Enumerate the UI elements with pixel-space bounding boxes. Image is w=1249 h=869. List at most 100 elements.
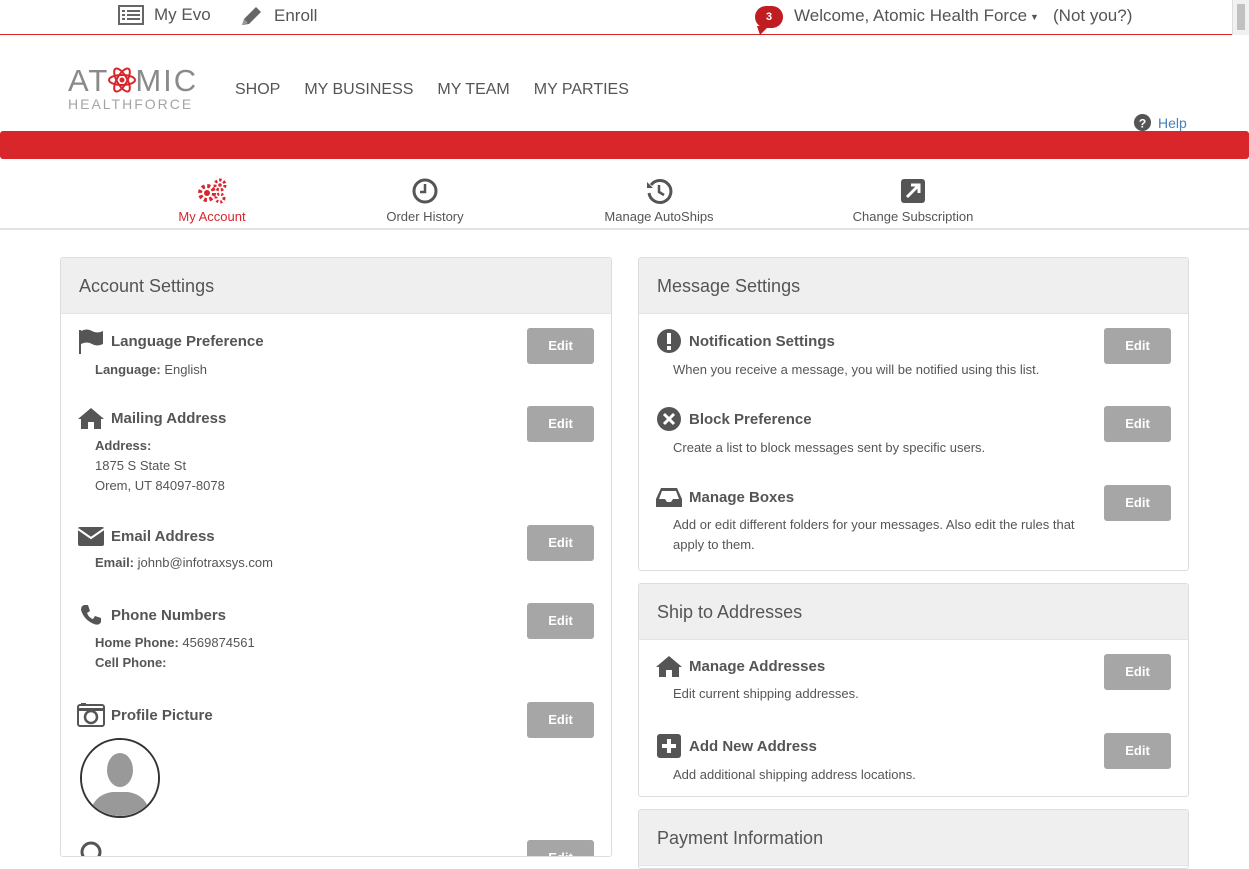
scrollbar[interactable] bbox=[1232, 0, 1249, 35]
email-address-row: Email Address Email: johnb@infotraxsys.c… bbox=[77, 525, 594, 573]
home-phone-label: Home Phone: bbox=[95, 635, 179, 650]
enroll-link[interactable]: Enroll bbox=[240, 5, 317, 27]
plus-square-icon bbox=[657, 734, 681, 758]
language-preference-row: Language Preference Language: English Ed… bbox=[77, 328, 594, 380]
help-link[interactable]: ? Help bbox=[1133, 113, 1187, 132]
clock-icon bbox=[412, 178, 438, 204]
partial-icon bbox=[80, 841, 102, 856]
next-setting-row: Edit bbox=[77, 840, 594, 856]
payment-information-panel: Payment Information bbox=[638, 809, 1189, 869]
edit-block-button[interactable]: Edit bbox=[1104, 406, 1171, 442]
notification-badge[interactable]: 3 bbox=[755, 6, 783, 35]
nav-my-team[interactable]: MY TEAM bbox=[437, 81, 509, 99]
edit-profile-picture-button[interactable]: Edit bbox=[527, 702, 594, 738]
edit-next-button[interactable]: Edit bbox=[527, 840, 594, 856]
edit-boxes-button[interactable]: Edit bbox=[1104, 485, 1171, 521]
help-label: Help bbox=[1158, 114, 1187, 131]
tab-change-subscription[interactable]: Change Subscription bbox=[846, 177, 980, 224]
nav-my-business[interactable]: MY BUSINESS bbox=[304, 81, 413, 99]
main-nav: SHOP MY BUSINESS MY TEAM MY PARTIES bbox=[235, 81, 629, 99]
scrollbar-thumb[interactable] bbox=[1237, 4, 1245, 30]
envelope-icon bbox=[77, 527, 105, 546]
enroll-label: Enroll bbox=[274, 6, 318, 25]
times-circle-icon bbox=[657, 407, 681, 431]
profile-picture-row: Profile Picture Edit bbox=[77, 702, 594, 818]
message-settings-title: Message Settings bbox=[639, 258, 1188, 314]
nav-my-parties[interactable]: MY PARTIES bbox=[534, 81, 629, 99]
logo-text-b: MIC bbox=[135, 63, 199, 98]
ship-to-addresses-title: Ship to Addresses bbox=[639, 584, 1188, 640]
manage-addresses-desc: Edit current shipping addresses. bbox=[673, 686, 859, 701]
edit-notification-button[interactable]: Edit bbox=[1104, 328, 1171, 364]
tab-manage-autoships-label: Manage AutoShips bbox=[604, 209, 714, 224]
block-preference-title: Block Preference bbox=[689, 410, 812, 428]
avatar bbox=[80, 738, 160, 818]
welcome-text: Welcome, Atomic Health Force bbox=[794, 6, 1028, 25]
external-link-icon bbox=[901, 179, 925, 203]
tab-manage-autoships[interactable]: Manage AutoShips bbox=[596, 177, 722, 224]
svg-text:?: ? bbox=[1139, 116, 1147, 130]
message-settings-panel: Message Settings Notification Settings W… bbox=[638, 257, 1189, 571]
account-settings-panel: Account Settings Language Preference Lan… bbox=[60, 257, 612, 857]
inbox-icon bbox=[656, 488, 682, 507]
top-bar: My Evo Enroll 3 Welcome, Atomic Health F… bbox=[0, 0, 1249, 35]
pencil-icon bbox=[242, 7, 261, 25]
not-you-link[interactable]: (Not you?) bbox=[1053, 6, 1132, 26]
address-line1: 1875 S State St bbox=[95, 458, 187, 473]
add-new-address-title: Add New Address bbox=[689, 737, 817, 755]
email-address-title: Email Address bbox=[111, 527, 215, 545]
nav-shop[interactable]: SHOP bbox=[235, 81, 280, 99]
edit-phone-button[interactable]: Edit bbox=[527, 603, 594, 639]
brand-red-bar bbox=[0, 131, 1249, 159]
account-settings-title: Account Settings bbox=[61, 258, 611, 314]
exclamation-circle-icon bbox=[657, 329, 681, 353]
list-icon bbox=[118, 5, 144, 25]
mailing-address-title: Mailing Address bbox=[111, 409, 227, 427]
edit-language-button[interactable]: Edit bbox=[527, 328, 594, 364]
email-label: Email: bbox=[95, 555, 135, 570]
atom-icon bbox=[108, 66, 137, 96]
flag-icon bbox=[79, 329, 103, 354]
my-evo-link[interactable]: My Evo bbox=[118, 5, 211, 25]
edit-email-button[interactable]: Edit bbox=[527, 525, 594, 561]
home-icon bbox=[78, 408, 104, 429]
edit-manage-addresses-button[interactable]: Edit bbox=[1104, 654, 1171, 690]
notification-settings-row: Notification Settings When you receive a… bbox=[655, 328, 1171, 380]
home-icon bbox=[656, 656, 682, 677]
phone-numbers-title: Phone Numbers bbox=[111, 606, 227, 624]
mailing-address-row: Mailing Address Address: 1875 S State St… bbox=[77, 406, 594, 496]
address-line2: Orem, UT 84097-8078 bbox=[95, 478, 225, 493]
add-new-address-desc: Add additional shipping address location… bbox=[673, 767, 916, 782]
email-value: johnb@infotraxsys.com bbox=[137, 555, 273, 570]
user-silhouette-icon bbox=[82, 740, 158, 816]
notification-settings-desc: When you receive a message, you will be … bbox=[673, 362, 1040, 377]
block-preference-desc: Create a list to block messages sent by … bbox=[673, 440, 986, 455]
atomic-healthforce-logo[interactable]: AT MIC HEALTHFORCE bbox=[68, 63, 208, 116]
manage-boxes-title: Manage Boxes bbox=[689, 488, 795, 506]
manage-addresses-title: Manage Addresses bbox=[689, 657, 826, 675]
add-new-address-row: Add New Address Add additional shipping … bbox=[655, 733, 1171, 785]
payment-information-title: Payment Information bbox=[639, 810, 1188, 866]
language-label: Language: bbox=[95, 362, 161, 377]
manage-boxes-row: Manage Boxes Add or edit different folde… bbox=[655, 485, 1171, 555]
account-subnav: My Account Order History Manage AutoShip… bbox=[0, 159, 1249, 230]
tab-change-subscription-label: Change Subscription bbox=[852, 209, 974, 224]
tab-my-account-label: My Account bbox=[178, 209, 246, 224]
logo-subtext: HEALTHFORCE bbox=[68, 96, 194, 112]
phone-numbers-row: Phone Numbers Home Phone: 4569874561 Cel… bbox=[77, 603, 594, 673]
welcome-dropdown[interactable]: Welcome, Atomic Health Force ▼ bbox=[794, 6, 1039, 26]
tab-order-history[interactable]: Order History bbox=[378, 177, 472, 224]
manage-boxes-desc: Add or edit different folders for your m… bbox=[673, 517, 1075, 552]
profile-picture-title: Profile Picture bbox=[111, 706, 213, 724]
history-icon bbox=[647, 178, 673, 204]
block-preference-row: Block Preference Create a list to block … bbox=[655, 406, 1171, 458]
home-phone-value: 4569874561 bbox=[182, 635, 255, 650]
edit-mailing-address-button[interactable]: Edit bbox=[527, 406, 594, 442]
tab-my-account[interactable]: My Account bbox=[170, 177, 254, 224]
logo-text-a: AT bbox=[68, 63, 110, 98]
ship-to-addresses-panel: Ship to Addresses Manage Addresses Edit … bbox=[638, 583, 1189, 797]
edit-add-address-button[interactable]: Edit bbox=[1104, 733, 1171, 769]
tab-order-history-label: Order History bbox=[386, 209, 464, 224]
manage-addresses-row: Manage Addresses Edit current shipping a… bbox=[655, 654, 1171, 704]
notification-settings-title: Notification Settings bbox=[689, 332, 835, 350]
